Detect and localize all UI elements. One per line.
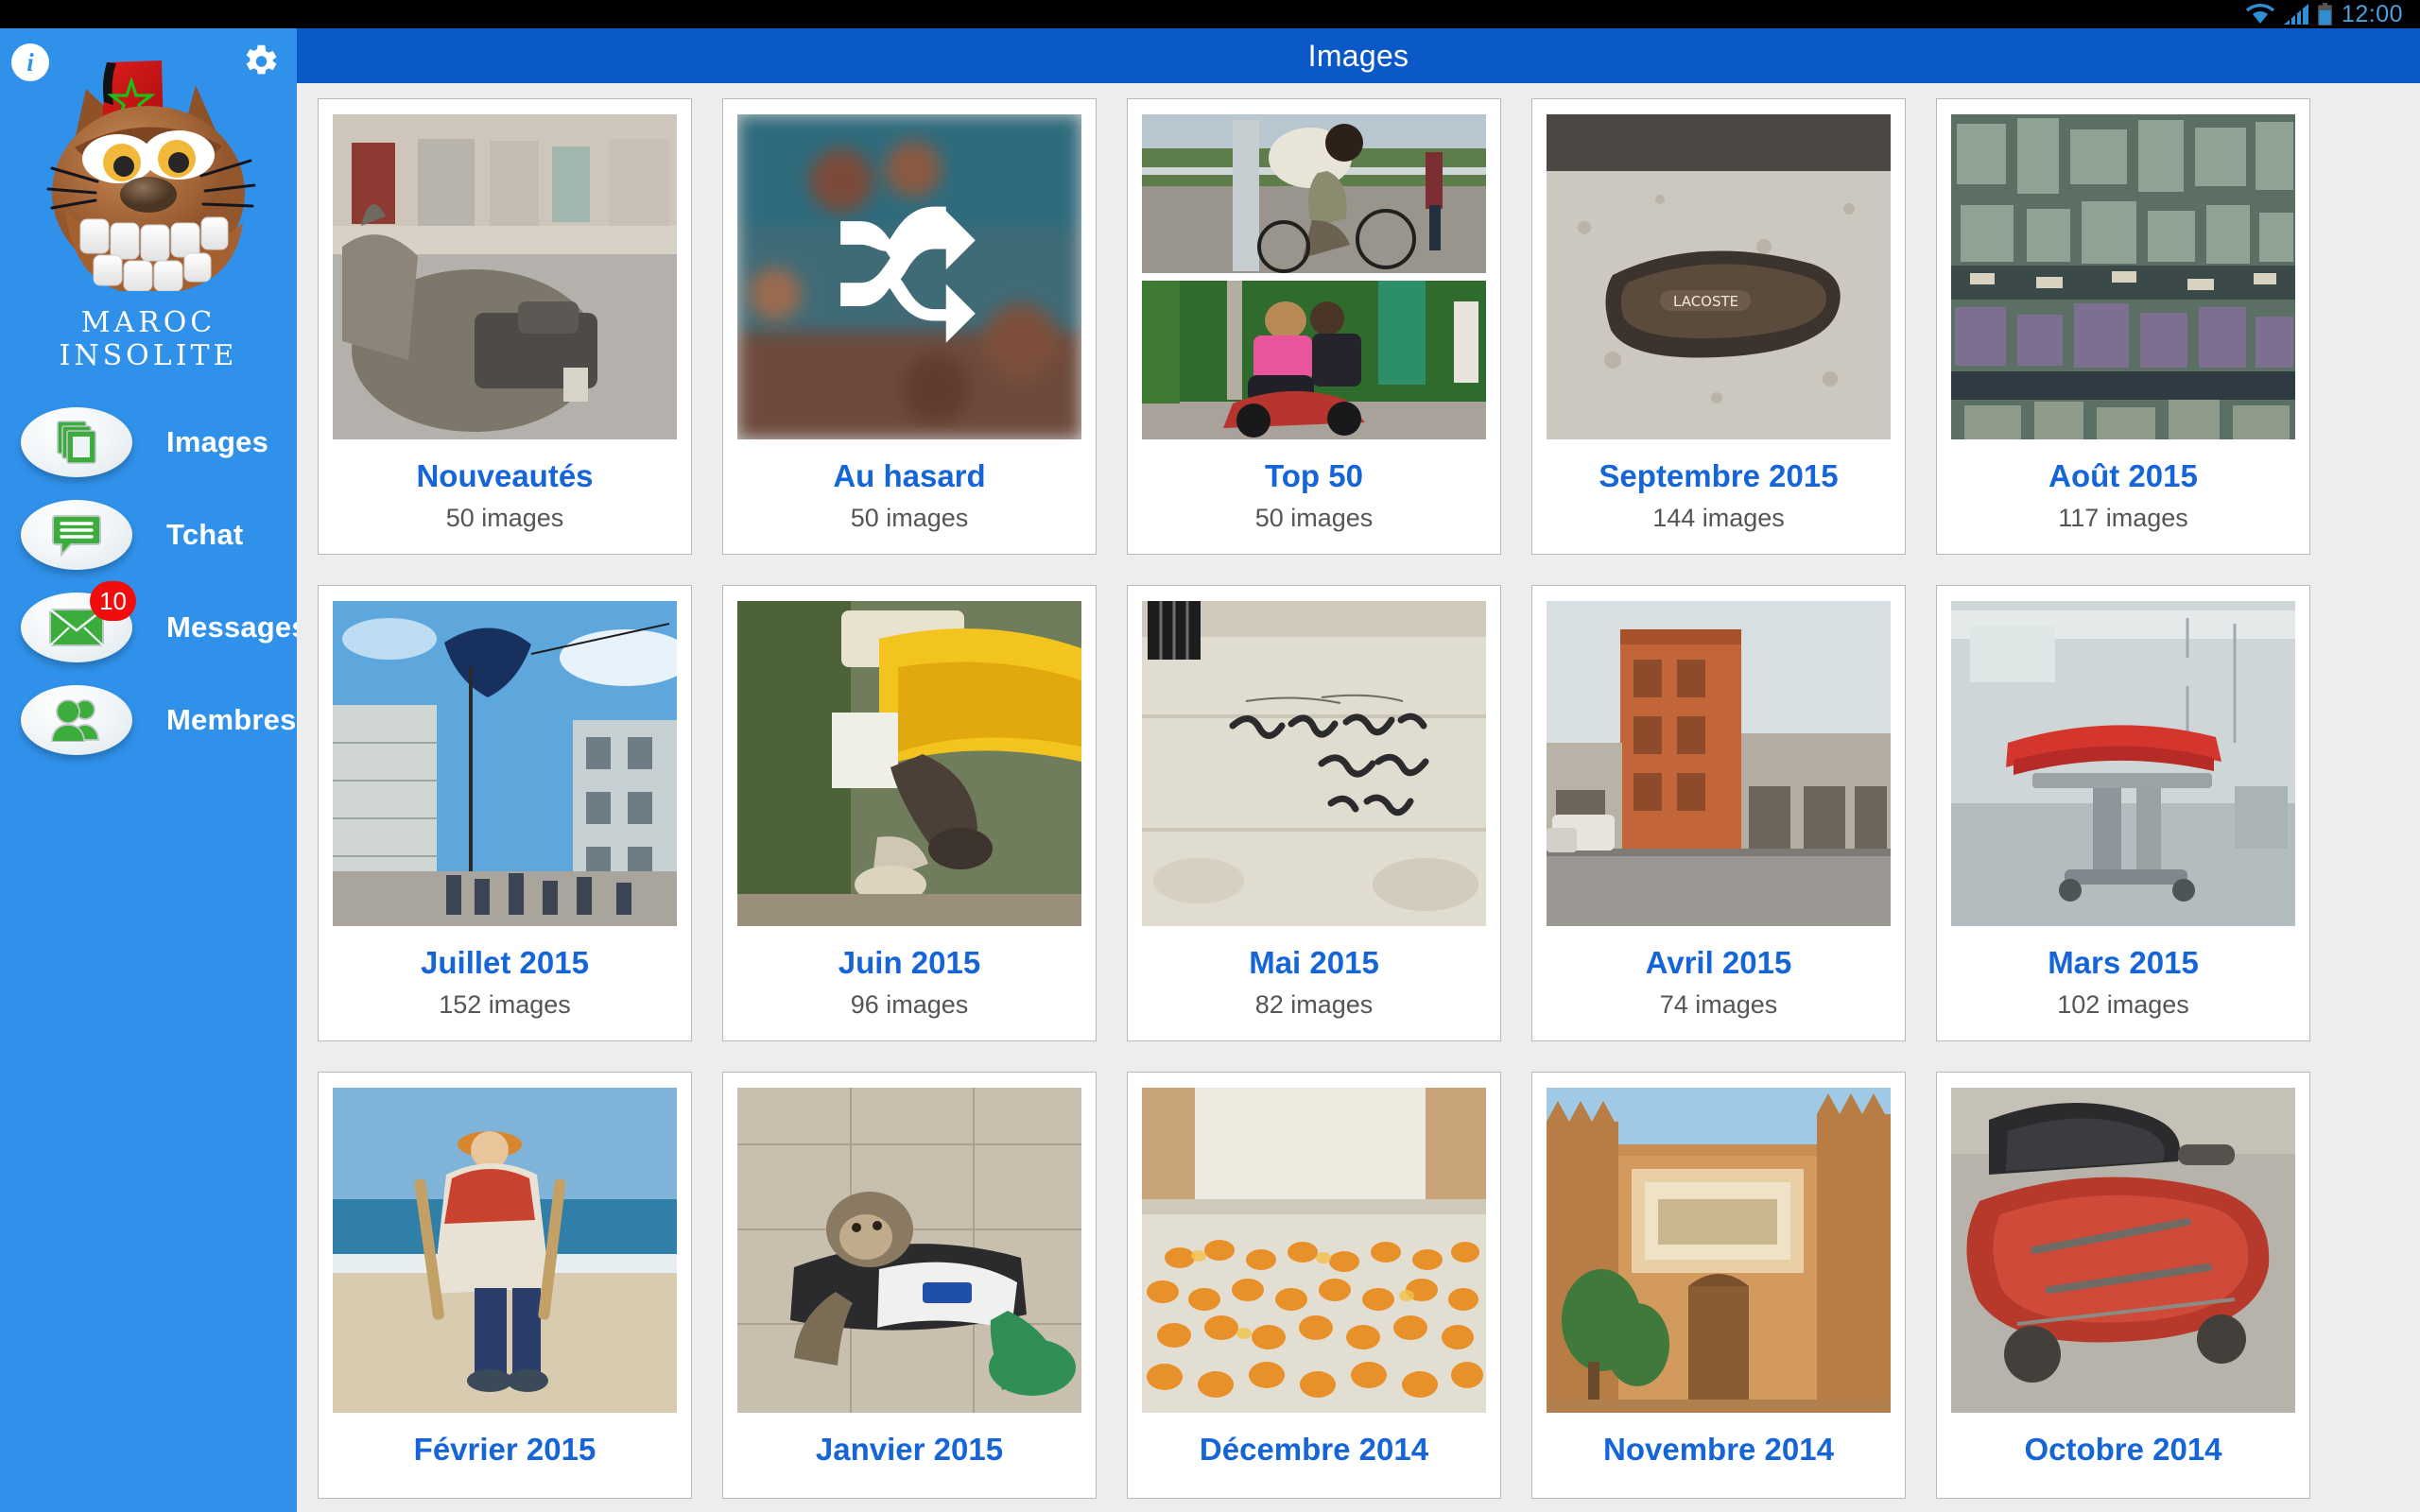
gallery-card-count: 152 images — [439, 990, 571, 1019]
thumbnail-flag-building — [333, 601, 677, 926]
gallery-card-count: 96 images — [850, 990, 969, 1019]
thumbnail-pastries-on-floor — [1142, 1088, 1486, 1413]
gallery-card-title: Août 2015 — [2048, 458, 2198, 493]
thumbnail-hospital-table — [1951, 601, 2295, 926]
gallery-card-title: Top 50 — [1265, 458, 1363, 493]
status-bar: 12:00 — [0, 0, 2420, 28]
sidebar-item-tchat[interactable]: Tchat — [0, 489, 297, 581]
svg-text:LACOSTE: LACOSTE — [1673, 293, 1738, 310]
gallery-card-count: 50 images — [850, 504, 969, 532]
messages-badge: 10 — [90, 581, 136, 621]
gallery-card-count: 102 images — [2057, 990, 2189, 1019]
gallery-card-janvier-2015[interactable]: Janvier 2015 — [722, 1072, 1097, 1499]
gallery-card-title: Nouveautés — [416, 458, 594, 493]
thumbnail-bicycle-goat — [1142, 114, 1486, 273]
sidebar-item-tchat-pill — [21, 500, 132, 570]
sidebar-item-messages-pill: 10 — [21, 581, 136, 662]
sidebar-item-membres[interactable]: Membres — [0, 674, 297, 766]
images-stack-icon — [57, 421, 96, 464]
battery-icon — [2318, 3, 2332, 26]
sidebar: i MAROC INSOLITE Images Tchat 10 Message… — [0, 28, 297, 1512]
gallery-card-title: Au hasard — [833, 458, 986, 493]
gallery-card-avril-2015[interactable]: Avril 2015 74 images — [1531, 585, 1906, 1041]
sidebar-header: i MAROC INSOLITE — [0, 28, 297, 373]
gallery-card-au-hasard[interactable]: Au hasard 50 images — [722, 98, 1097, 555]
gallery-card-count: 50 images — [1254, 504, 1374, 532]
gallery-card-mars-2015[interactable]: Mars 2015 102 images — [1936, 585, 2310, 1041]
sidebar-item-membres-pill — [21, 685, 132, 755]
gallery-card-title: Juillet 2015 — [421, 945, 589, 980]
page-title: Images — [1307, 38, 1409, 73]
gallery-row: Février 2015 Janvier 2015 Décembre 2014 … — [318, 1072, 2399, 1499]
gallery-card-mai-2015[interactable]: Mai 2015 82 images — [1127, 585, 1501, 1041]
thumbnail-arabic-graffiti-wall — [1142, 601, 1486, 926]
sidebar-item-images[interactable]: Images — [0, 396, 297, 489]
gallery-card-title: Septembre 2015 — [1599, 458, 1839, 493]
status-clock: 12:00 — [2341, 0, 2403, 27]
gallery-card-count: 82 images — [1254, 990, 1374, 1019]
sidebar-item-images-label: Images — [166, 425, 269, 458]
gallery-row: Juillet 2015 152 images Juin 2015 96 ima… — [318, 585, 2399, 1041]
thumbnail-red-moped — [1951, 1088, 2295, 1413]
sidebar-item-tchat-label: Tchat — [166, 518, 244, 551]
gallery-card-count: 50 images — [445, 504, 564, 532]
brand-title: MAROC INSOLITE — [59, 306, 238, 372]
thumbnail-aerial-city — [1951, 114, 2295, 439]
gallery-card-title: Mai 2015 — [1249, 945, 1379, 980]
info-icon[interactable]: i — [11, 43, 49, 81]
gallery-card-title: Février 2015 — [413, 1432, 596, 1467]
people-icon — [51, 699, 99, 742]
app-bar: Images — [297, 28, 2420, 83]
gallery-card-juillet-2015[interactable]: Juillet 2015 152 images — [318, 585, 692, 1041]
gallery-card-octobre-2014[interactable]: Octobre 2014 — [1936, 1072, 2310, 1499]
gallery-card-count: 117 images — [2058, 504, 2188, 532]
sidebar-item-messages[interactable]: 10 Messages — [0, 581, 297, 674]
gallery-card-septembre-2015[interactable]: LACOSTE Septembre 2015 144 images — [1531, 98, 1906, 555]
gallery-card-title: Décembre 2014 — [1199, 1432, 1429, 1467]
gallery-card-title: Novembre 2014 — [1603, 1432, 1834, 1467]
gear-icon[interactable] — [238, 40, 282, 83]
gallery-card-title: Mars 2015 — [2048, 945, 2199, 980]
thumbnail-costumed-person-beach — [333, 1088, 677, 1413]
thumbnail-kasbah-building — [1547, 1088, 1891, 1413]
gallery-card-decembre-2014[interactable]: Décembre 2014 — [1127, 1072, 1501, 1499]
gallery-card-novembre-2014[interactable]: Novembre 2014 — [1531, 1072, 1906, 1499]
thumbnail-monkey-football-shirt — [737, 1088, 1081, 1413]
shuffle-icon — [840, 206, 976, 343]
gallery-card-title: Janvier 2015 — [815, 1432, 1004, 1467]
sidebar-item-messages-label: Messages — [166, 610, 297, 644]
signal-icon — [2283, 4, 2308, 25]
gallery-row: Nouveautés 50 images Au hasard 50 images… — [318, 98, 2399, 555]
chat-bubble-icon — [52, 515, 101, 558]
gallery-card-fevrier-2015[interactable]: Février 2015 — [318, 1072, 692, 1499]
sidebar-item-images-pill — [21, 407, 132, 477]
thumbnail-shuffle-blurred-beach — [737, 114, 1081, 439]
thumbnail-orange-building-street — [1547, 601, 1891, 926]
thumbnail-donkey-street-scene — [333, 114, 677, 439]
gallery-card-aout-2015[interactable]: Août 2015 117 images — [1936, 98, 2310, 555]
gallery-card-nouveautes[interactable]: Nouveautés 50 images — [318, 98, 692, 555]
sidebar-item-membres-label: Membres — [166, 703, 297, 736]
sidebar-menu: Images Tchat 10 Messages Membres — [0, 396, 297, 766]
gallery-card-juin-2015[interactable]: Juin 2015 96 images — [722, 585, 1097, 1041]
gallery-card-title: Avril 2015 — [1645, 945, 1792, 980]
gallery-card-title: Octobre 2014 — [2024, 1432, 2222, 1467]
gallery-card-count: 74 images — [1659, 990, 1778, 1019]
thumbnail-split-top50 — [1142, 114, 1486, 439]
thumbnail-sandal-concrete: LACOSTE — [1547, 114, 1891, 439]
gallery-card-top-50[interactable]: Top 50 50 images — [1127, 98, 1501, 555]
thumbnail-legs-yellow-curtain — [737, 601, 1081, 926]
gallery-card-count: 144 images — [1652, 504, 1785, 532]
thumbnail-scooter-riders — [1142, 281, 1486, 439]
image-gallery-grid[interactable]: Nouveautés 50 images Au hasard 50 images… — [297, 83, 2420, 1512]
wifi-icon — [2245, 4, 2274, 24]
gallery-card-title: Juin 2015 — [838, 945, 981, 980]
